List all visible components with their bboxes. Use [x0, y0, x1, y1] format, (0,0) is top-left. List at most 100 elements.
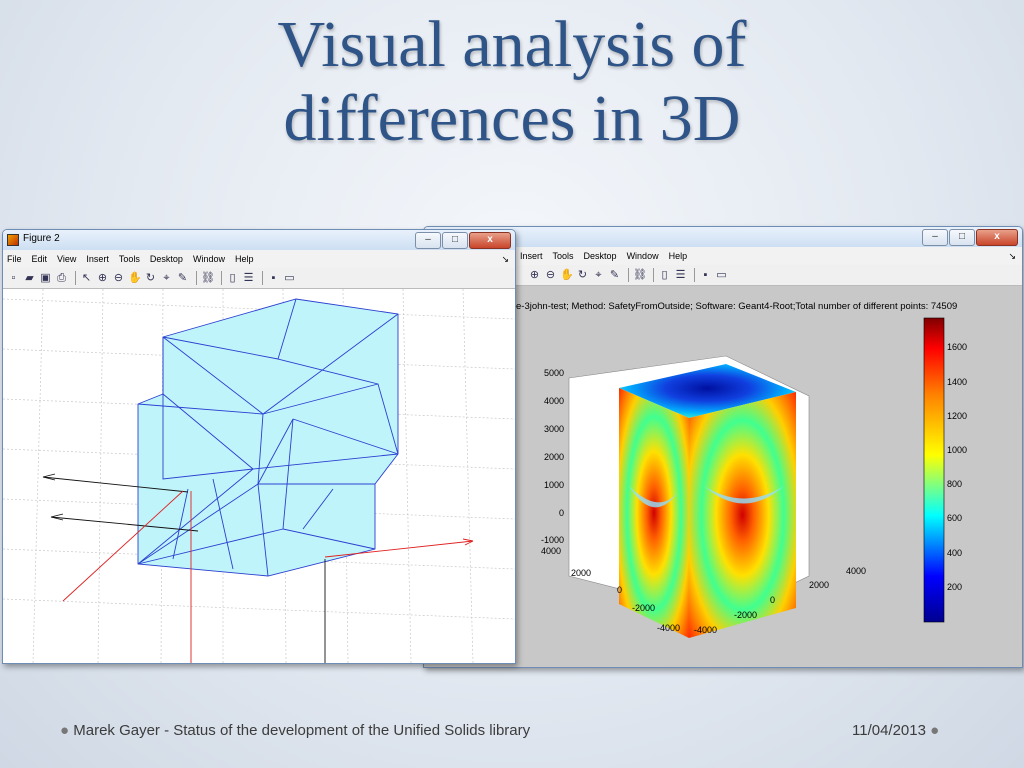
link-icon[interactable]: ⛓	[633, 269, 647, 282]
zoom-in-icon[interactable]: ⊕	[96, 272, 109, 285]
footer-text: Marek Gayer - Status of the development …	[73, 722, 531, 739]
slide-title-line2: differences in 3D	[283, 82, 741, 155]
y-tick: 4000	[541, 546, 561, 556]
menu-edit[interactable]: Edit	[32, 254, 48, 264]
colorbar-tick: 1200	[947, 411, 967, 421]
colorbar-tick: 1000	[947, 445, 967, 455]
y-tick: -2000	[632, 603, 655, 613]
cube-left-face	[619, 388, 689, 638]
footer-author: ● Marek Gayer - Status of the developmen…	[60, 722, 530, 739]
footer-date: 11/04/2013	[852, 722, 926, 739]
plotbrowser-icon[interactable]: ▭	[283, 272, 296, 285]
link-icon[interactable]: ⛓	[201, 272, 215, 285]
maximize-button[interactable]: □	[949, 229, 975, 246]
brush-icon[interactable]: ✎	[608, 269, 621, 282]
plot-title: e-3john-test; Method: SafetyFromOutside;…	[516, 301, 958, 312]
datacursor-icon[interactable]: ⌖	[592, 269, 605, 282]
z-tick: -1000	[541, 535, 564, 545]
menu-dock-arrow[interactable]: ↘	[501, 254, 509, 265]
toolbar-separator	[694, 268, 695, 282]
colorbar-icon[interactable]: ▯	[226, 272, 239, 285]
colorbar-tick: 1600	[947, 342, 967, 352]
cube-right-face	[689, 392, 796, 638]
colorbar-tick: 1400	[947, 377, 967, 387]
slide-title: Visual analysis of differences in 3D	[0, 8, 1024, 156]
zoom-out-icon[interactable]: ⊖	[112, 272, 125, 285]
print-icon[interactable]: ⎙	[55, 272, 68, 285]
pointer-icon[interactable]: ↖	[80, 272, 93, 285]
pan-icon[interactable]: ✋	[128, 272, 142, 285]
menu-dock-arrow[interactable]: ↘	[1008, 251, 1016, 262]
menu-view[interactable]: View	[57, 254, 76, 264]
new-file-icon[interactable]: ▫	[7, 272, 20, 285]
toolbar-separator	[628, 268, 629, 282]
close-button[interactable]: x	[976, 229, 1018, 246]
menu-window[interactable]: Window	[193, 254, 225, 264]
colorbar-tick: 400	[947, 548, 962, 558]
legend-icon[interactable]: ☰	[242, 272, 255, 285]
save-icon[interactable]: ▣	[39, 272, 52, 285]
menu-help[interactable]: Help	[669, 251, 688, 261]
maximize-button[interactable]: □	[442, 232, 468, 249]
menu-tools[interactable]: Tools	[119, 254, 140, 264]
brush-icon[interactable]: ✎	[176, 272, 189, 285]
colorbar-tick: 200	[947, 582, 962, 592]
grid-icon[interactable]: ▪	[267, 272, 280, 285]
z-tick: 4000	[544, 396, 564, 406]
zoom-out-icon[interactable]: ⊖	[544, 269, 557, 282]
left-toolbar: ▫ ▰ ▣ ⎙ ↖ ⊕ ⊖ ✋ ↻ ⌖ ✎ ⛓ ▯ ☰ ▪ ▭	[3, 268, 515, 289]
x-tick: 0	[770, 595, 775, 605]
left-figure-window: Figure 2 – □ x File Edit View Insert Too…	[2, 229, 516, 664]
colorbar	[923, 317, 945, 623]
left-plot-area[interactable]	[3, 289, 515, 663]
pan-icon[interactable]: ✋	[560, 269, 574, 282]
menu-tools[interactable]: Tools	[553, 251, 574, 261]
open-icon[interactable]: ▰	[23, 272, 36, 285]
colorbar-icon[interactable]: ▯	[658, 269, 671, 282]
left-menubar: File Edit View Insert Tools Desktop Wind…	[3, 250, 515, 268]
footer-date-block: 11/04/2013 ●	[852, 722, 939, 739]
legend-icon[interactable]: ☰	[674, 269, 687, 282]
colorbar-tick: 800	[947, 479, 962, 489]
menu-insert[interactable]: Insert	[86, 254, 109, 264]
toolbar-separator	[262, 271, 263, 285]
menu-help[interactable]: Help	[235, 254, 254, 264]
mesh-fill	[138, 299, 398, 576]
z-tick: 2000	[544, 452, 564, 462]
menu-desktop[interactable]: Desktop	[584, 251, 617, 261]
z-tick: 0	[559, 508, 564, 518]
y-tick: -4000	[657, 623, 680, 633]
colorbar-tick: 600	[947, 513, 962, 523]
minimize-button[interactable]: –	[415, 232, 441, 249]
close-button[interactable]: x	[469, 232, 511, 249]
bullet-dot-icon: ●	[60, 722, 70, 739]
minimize-button[interactable]: –	[922, 229, 948, 246]
y-tick: 0	[617, 585, 622, 595]
menu-desktop[interactable]: Desktop	[150, 254, 183, 264]
menu-window[interactable]: Window	[627, 251, 659, 261]
z-axis: 5000 4000 3000 2000 1000 0 -1000	[541, 368, 564, 545]
menu-file[interactable]: File	[7, 254, 22, 264]
zoom-in-icon[interactable]: ⊕	[528, 269, 541, 282]
datacursor-icon[interactable]: ⌖	[160, 272, 173, 285]
slide-title-line1: Visual analysis of	[277, 8, 747, 81]
plotbrowser-icon[interactable]: ▭	[715, 269, 728, 282]
z-tick: 5000	[544, 368, 564, 378]
x-tick: 4000	[846, 566, 866, 576]
menu-insert[interactable]: Insert	[520, 251, 543, 261]
rotate-icon[interactable]: ↻	[144, 272, 157, 285]
left-plot-svg	[3, 289, 515, 663]
x-tick: 2000	[809, 580, 829, 590]
grid-icon[interactable]: ▪	[699, 269, 712, 282]
x-tick: -2000	[734, 610, 757, 620]
toolbar-separator	[221, 271, 222, 285]
rotate-icon[interactable]: ↻	[576, 269, 589, 282]
matlab-icon	[7, 234, 19, 246]
toolbar-separator	[75, 271, 76, 285]
z-tick: 3000	[544, 424, 564, 434]
window-title: Figure 2	[23, 233, 60, 244]
bullet-dot-icon: ●	[930, 722, 940, 739]
z-tick: 1000	[544, 480, 564, 490]
left-window-titlebar[interactable]: Figure 2 – □ x	[3, 230, 515, 250]
toolbar-separator	[196, 271, 197, 285]
